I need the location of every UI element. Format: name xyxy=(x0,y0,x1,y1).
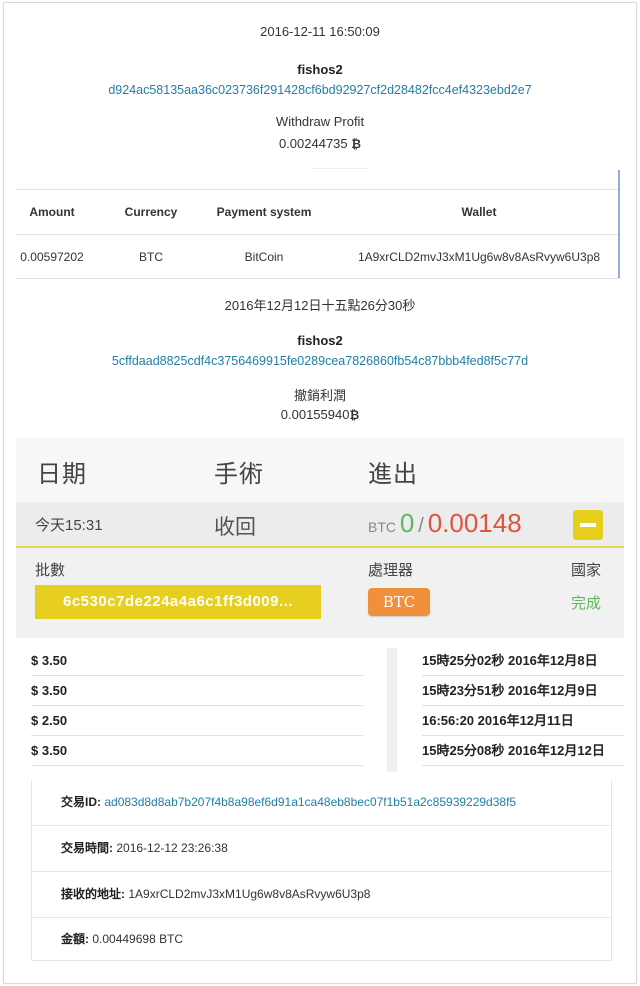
list-item: 15時25分02秒 2016年12月8日 xyxy=(422,646,624,676)
header-payment-system: Payment system xyxy=(216,205,312,219)
scroll-indicator xyxy=(618,170,620,278)
batch-hash-button[interactable]: 6c530c7de224a4a6c1ff3d009... xyxy=(35,585,321,619)
tx-amount-value: 0.00449698 BTC xyxy=(92,932,184,946)
table-row: 0.00597202 BTC BitCoin 1A9xrCLD2mvJ3xM1U… xyxy=(16,235,618,279)
withdraw-2-label: 撤銷利潤 xyxy=(293,388,346,403)
processor-badge: BTC xyxy=(368,588,430,616)
batch-label: 批數 xyxy=(35,562,66,579)
separator: / xyxy=(418,515,424,537)
list-item: 16:56:20 2016年12月11日 xyxy=(422,706,624,736)
row-action: 收回 xyxy=(214,516,256,539)
tx-time-value: 2016-12-12 23:26:38 xyxy=(116,841,228,855)
withdraw-1-label: Withdraw Profit xyxy=(275,114,365,129)
table-header-row: Amount Currency Payment system Wallet xyxy=(16,190,618,235)
divider xyxy=(312,168,368,169)
tx-id-row: 交易ID: ad083d8d8ab7b207f4b8a98ef6d91a1ca4… xyxy=(32,780,611,826)
transaction-details: 交易ID: ad083d8d8ab7b207f4b8a98ef6d91a1ca4… xyxy=(31,780,612,961)
withdraw-2-datetime: 2016年12月12日十五點26分30秒 xyxy=(224,298,416,313)
row-amounts: BTC 0 / 0.00148 xyxy=(368,508,522,539)
list-item: $ 2.50 xyxy=(31,706,363,736)
header-in-out: 進出 xyxy=(368,461,418,488)
price-list: $ 3.50 $ 3.50 $ 2.50 $ 3.50 xyxy=(31,646,363,766)
processor-label: 處理器 xyxy=(368,562,414,579)
header-wallet: Wallet xyxy=(461,205,497,219)
tx-amount-label: 金額: 0.00449698 BTC xyxy=(61,932,184,946)
withdraw-1-amount-value: 0.00244735 xyxy=(278,136,348,151)
payment-table: Amount Currency Payment system Wallet 0.… xyxy=(16,170,620,279)
status-text: 完成 xyxy=(571,595,602,612)
withdraw-panel: 日期 手術 進出 今天15:31 收回 BTC 0 / 0.00148 批數 處… xyxy=(16,438,624,638)
withdraw-2-hash-link[interactable]: 5cffdaad8825cdf4c3756469915fe0289cea7826… xyxy=(0,354,640,368)
tx-id-label: 交易ID: ad083d8d8ab7b207f4b8a98ef6d91a1ca4… xyxy=(61,795,517,809)
header-date: 日期 xyxy=(37,461,87,488)
cell-currency: BTC xyxy=(139,250,163,264)
column-separator xyxy=(387,648,397,772)
out-value: 0.00148 xyxy=(427,508,522,538)
time-list: 15時25分02秒 2016年12月8日 15時23分51秒 2016年12月9… xyxy=(422,646,624,766)
withdraw-2-amount-value: 0.00155940 xyxy=(280,407,350,422)
btc-prefix: BTC xyxy=(368,519,396,535)
withdraw-1-hash-link[interactable]: d924ac58135aa36c023736f291428cf6bd92927c… xyxy=(0,83,640,97)
cell-wallet: 1A9xrCLD2mvJ3xM1Ug6w8v8AsRvyw6U3p8 xyxy=(357,250,601,264)
row-time: 今天15:31 xyxy=(35,517,103,534)
panel-row[interactable]: 今天15:31 收回 BTC 0 / 0.00148 xyxy=(16,502,624,548)
bitcoin-icon: ₿ xyxy=(351,137,362,151)
withdraw-1-user[interactable]: fishos2 xyxy=(0,62,640,77)
withdraw-1-amount: 0.00244735 ₿ xyxy=(0,136,640,151)
panel-header: 日期 手術 進出 xyxy=(16,438,624,502)
list-item: $ 3.50 xyxy=(31,676,363,706)
header-operation: 手術 xyxy=(214,461,264,488)
list-item: 15時23分51秒 2016年12月9日 xyxy=(422,676,624,706)
withdraw-2-user[interactable]: fishos2 xyxy=(0,333,640,348)
collapse-minus-button[interactable] xyxy=(573,510,603,540)
list-item: $ 3.50 xyxy=(31,646,363,676)
in-value: 0 xyxy=(399,508,415,538)
header-amount: Amount xyxy=(29,205,75,219)
tx-time-row: 交易時間: 2016-12-12 23:26:38 xyxy=(32,826,611,872)
tx-time-label: 交易時間: 2016-12-12 23:26:38 xyxy=(61,841,228,855)
withdraw-2-amount: 0.00155940₿ xyxy=(0,407,640,422)
tx-address-row: 接收的地址: 1A9xrCLD2mvJ3xM1Ug6w8v8AsRvyw6U3p… xyxy=(32,872,611,918)
header-currency: Currency xyxy=(124,205,178,219)
country-label: 國家 xyxy=(571,562,602,579)
tx-address-label: 接收的地址: 1A9xrCLD2mvJ3xM1Ug6w8v8AsRvyw6U3p… xyxy=(61,887,371,901)
list-item: $ 3.50 xyxy=(31,736,363,766)
list-item: 15時25分08秒 2016年12月12日 xyxy=(422,736,624,766)
tx-amount-row: 金額: 0.00449698 BTC xyxy=(32,917,611,962)
tx-address-value: 1A9xrCLD2mvJ3xM1Ug6w8v8AsRvyw6U3p8 xyxy=(128,887,371,901)
bitcoin-icon: ₿ xyxy=(349,408,360,422)
cell-amount: 0.00597202 xyxy=(20,250,84,264)
tx-id-link[interactable]: ad083d8d8ab7b207f4b8a98ef6d91a1ca48eb8be… xyxy=(104,795,516,809)
withdraw-1-datetime: 2016-12-11 16:50:09 xyxy=(260,24,380,39)
cell-payment-system: BitCoin xyxy=(244,250,284,264)
